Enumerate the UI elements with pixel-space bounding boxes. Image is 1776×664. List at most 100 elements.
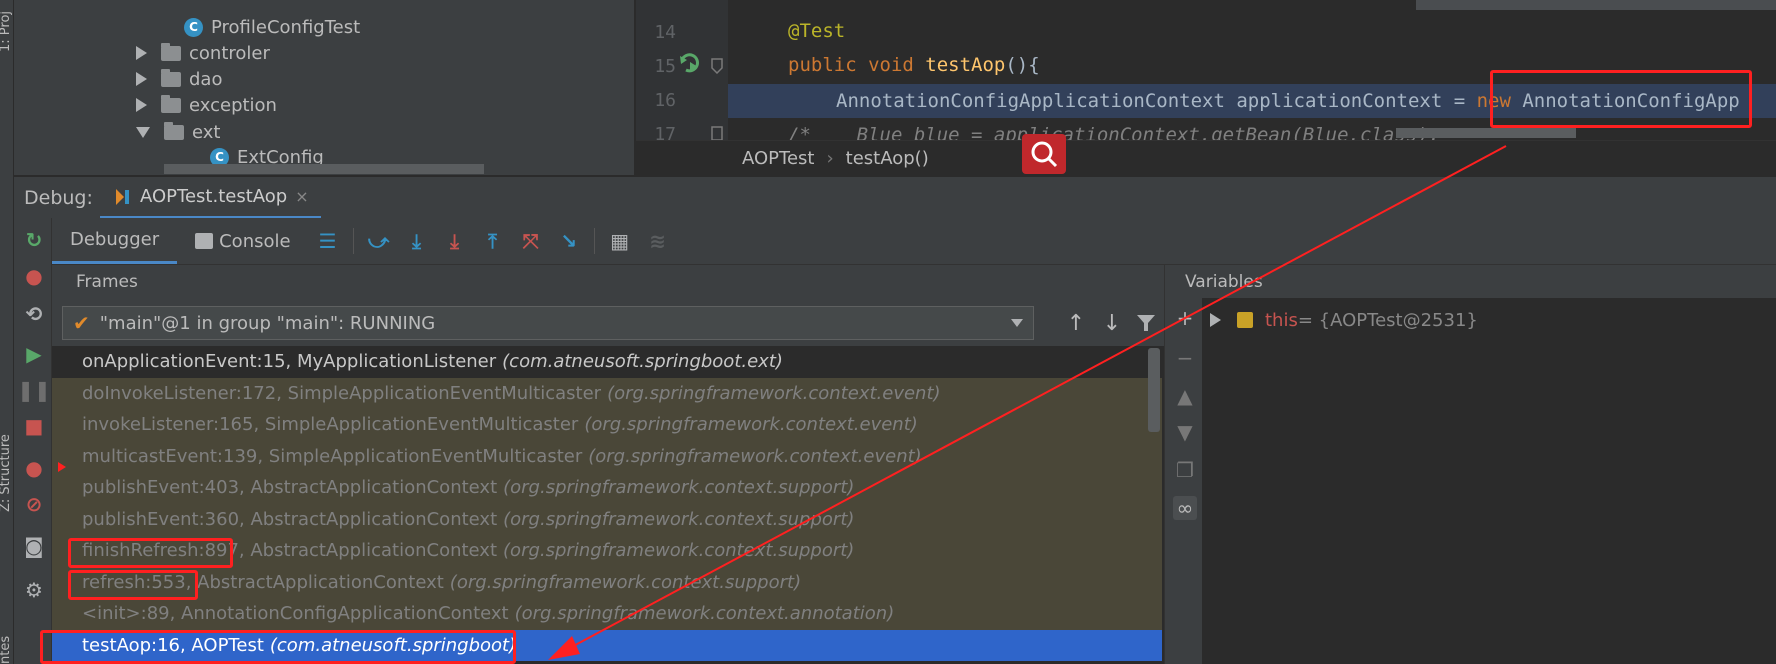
console-icon xyxy=(195,233,214,249)
folder-icon xyxy=(161,94,181,113)
line-number: 14 xyxy=(654,22,676,43)
stack-frame[interactable]: multicastEvent:139, SimpleApplicationEve… xyxy=(52,440,1162,472)
line-number: 17 xyxy=(654,124,676,140)
thread-dropdown-value: "main"@1 in group "main": RUNNING xyxy=(99,312,436,334)
tree-item-label: dao xyxy=(189,68,223,90)
tab-label: Debugger xyxy=(70,229,160,250)
debug-session-tab[interactable]: AOPTest.testAop × xyxy=(100,177,321,219)
rerun-failed-icon[interactable]: ● xyxy=(22,264,46,288)
code-declaration: AnnotationConfigApplicationContext appli… xyxy=(836,90,1477,112)
layout-menu-icon[interactable]: ☰ xyxy=(315,228,341,254)
fold-marker-icon[interactable] xyxy=(710,58,724,74)
drop-frame-icon[interactable]: ⤧ xyxy=(518,228,544,254)
restore-layout-icon[interactable]: ⟲ xyxy=(22,302,46,326)
show-watches-glasses-icon[interactable]: ∞ xyxy=(1173,496,1197,520)
filter-icon[interactable] xyxy=(1132,308,1160,338)
stack-frame[interactable]: onApplicationEvent:15, MyApplicationList… xyxy=(52,346,1162,378)
fold-marker-icon[interactable] xyxy=(710,126,724,140)
rerun-icon[interactable]: ↻ xyxy=(22,228,46,252)
expand-arrow-icon[interactable] xyxy=(136,72,147,86)
frame-package: (org.springframework.context.support) xyxy=(503,477,855,499)
breadcrumb-separator: › xyxy=(826,148,834,169)
thread-dropdown[interactable]: ✔ "main"@1 in group "main": RUNNING xyxy=(62,306,1034,340)
tree-item-ext[interactable]: ext xyxy=(136,117,220,147)
code-annotation: @Test xyxy=(788,20,846,42)
variables-header: Variables xyxy=(1164,264,1776,298)
expand-arrow-icon[interactable] xyxy=(136,98,147,112)
breadcrumb-method[interactable]: testAop() xyxy=(846,148,929,169)
pause-program-icon[interactable]: ❚❚ xyxy=(17,378,51,402)
tree-horizontal-scrollbar[interactable] xyxy=(164,164,484,174)
camera-icon[interactable]: ◙ xyxy=(22,534,46,558)
checkmark-icon: ✔ xyxy=(73,311,90,335)
variables-actions-column: + − ▲ ▼ ❐ ∞ xyxy=(1164,298,1202,664)
search-button[interactable] xyxy=(1022,134,1066,174)
folder-icon xyxy=(161,68,181,87)
breadcrumb-class[interactable]: AOPTest xyxy=(742,148,814,169)
stop-icon[interactable]: ■ xyxy=(22,414,46,438)
variable-name: this xyxy=(1265,309,1298,331)
previous-frame-arrow-icon[interactable]: ↑ xyxy=(1062,308,1090,338)
tab-label: Console xyxy=(219,230,291,252)
close-icon[interactable]: × xyxy=(295,187,308,206)
annotation-box-new-context xyxy=(1490,70,1752,128)
favorites-tool-tab[interactable]: ntes xyxy=(0,636,13,664)
folder-icon xyxy=(164,121,184,140)
line-number: 15 xyxy=(654,56,676,77)
run-test-icon[interactable] xyxy=(678,50,702,76)
step-out-icon[interactable]: ⤒ xyxy=(480,228,506,254)
structure-tool-tab[interactable]: Z: Structure xyxy=(0,434,13,512)
code-line-14[interactable]: @Test xyxy=(788,20,845,42)
move-down-icon[interactable]: ▼ xyxy=(1173,420,1197,444)
editor-horizontal-scrollbar[interactable] xyxy=(1396,128,1576,138)
stack-frame[interactable]: refresh:553, AbstractApplicationContext(… xyxy=(52,566,1162,598)
evaluate-expression-icon[interactable]: ▦ xyxy=(607,228,633,254)
resume-program-icon[interactable]: ▶ xyxy=(22,342,46,366)
view-breakpoints-icon[interactable]: ● xyxy=(22,456,46,480)
settings-gear-icon[interactable]: ⚙ xyxy=(22,578,46,602)
stack-frame[interactable]: publishEvent:403, AbstractApplicationCon… xyxy=(52,472,1162,504)
frame-package: (org.springframework.context.annotation) xyxy=(514,603,895,625)
run-to-cursor-icon[interactable]: ↘ xyxy=(556,228,582,254)
frame-package: (org.springframework.context.event) xyxy=(588,445,922,467)
step-over-icon[interactable]: ⤓ xyxy=(404,228,430,254)
frame-package: (com.atneusoft.springboot.ext) xyxy=(502,351,783,373)
code-keyword: public void xyxy=(788,54,926,76)
debug-actions-column: ↻ ● ⟲ ▶ ❚❚ ■ ● ⊘ ◙ ⚙ xyxy=(14,218,52,664)
expand-arrow-icon[interactable] xyxy=(1210,313,1221,327)
code-line-15[interactable]: public void testAop(){ xyxy=(788,54,1040,76)
tree-item-exception[interactable]: exception xyxy=(136,90,277,120)
variable-row-this[interactable]: this = {AOPTest@2531} xyxy=(1210,306,1478,334)
line-number: 16 xyxy=(654,90,676,111)
move-up-icon[interactable]: ▲ xyxy=(1173,384,1197,408)
trace-stream-icon[interactable]: ≋ xyxy=(645,228,671,254)
code-line-17[interactable]: /* Blue blue = applicationContext.getBea… xyxy=(788,124,1440,140)
copy-icon[interactable]: ❐ xyxy=(1173,458,1197,482)
frame-package: (org.springframework.context.support) xyxy=(503,508,855,530)
mute-breakpoints-icon[interactable]: ⊘ xyxy=(22,492,46,516)
show-execution-point-icon[interactable]: ⤻ xyxy=(366,228,392,254)
stack-frame[interactable]: <init>:89, AnnotationConfigApplicationCo… xyxy=(52,598,1162,630)
variables-title: Variables xyxy=(1185,271,1263,292)
step-into-icon[interactable]: ⤓ xyxy=(442,228,468,254)
debugger-toolbar: Debugger Console ☰ ⤻ ⤓ ⤓ ⤒ ⤧ ↘ ▦ ≋ xyxy=(52,218,1776,264)
add-watch-icon[interactable]: + xyxy=(1173,306,1197,330)
stack-frame[interactable]: doInvokeListener:172, SimpleApplicationE… xyxy=(52,377,1162,409)
frames-scrollbar[interactable] xyxy=(1148,348,1160,432)
remove-watch-icon[interactable]: − xyxy=(1173,346,1197,370)
tab-console[interactable]: Console xyxy=(177,218,308,264)
expand-arrow-icon[interactable] xyxy=(136,46,147,60)
breadcrumb: AOPTest › testAop() xyxy=(636,140,1776,176)
class-icon: C xyxy=(184,17,203,37)
stack-frame[interactable]: publishEvent:360, AbstractApplicationCon… xyxy=(52,503,1162,535)
tab-debugger[interactable]: Debugger xyxy=(52,218,178,264)
debug-label: Debug: xyxy=(24,186,93,209)
frame-method: <init>:89, AnnotationConfigApplicationCo… xyxy=(82,603,509,625)
field-icon xyxy=(1237,312,1253,328)
collapse-arrow-icon[interactable] xyxy=(136,126,150,138)
debug-session-label: AOPTest.testAop xyxy=(140,186,288,207)
variables-tree: this = {AOPTest@2531} xyxy=(1202,298,1776,664)
next-frame-arrow-icon[interactable]: ↓ xyxy=(1098,308,1126,338)
project-tool-tab[interactable]: 1: Proj xyxy=(0,11,13,52)
stack-frame[interactable]: invokeListener:165, SimpleApplicationEve… xyxy=(52,409,1162,441)
